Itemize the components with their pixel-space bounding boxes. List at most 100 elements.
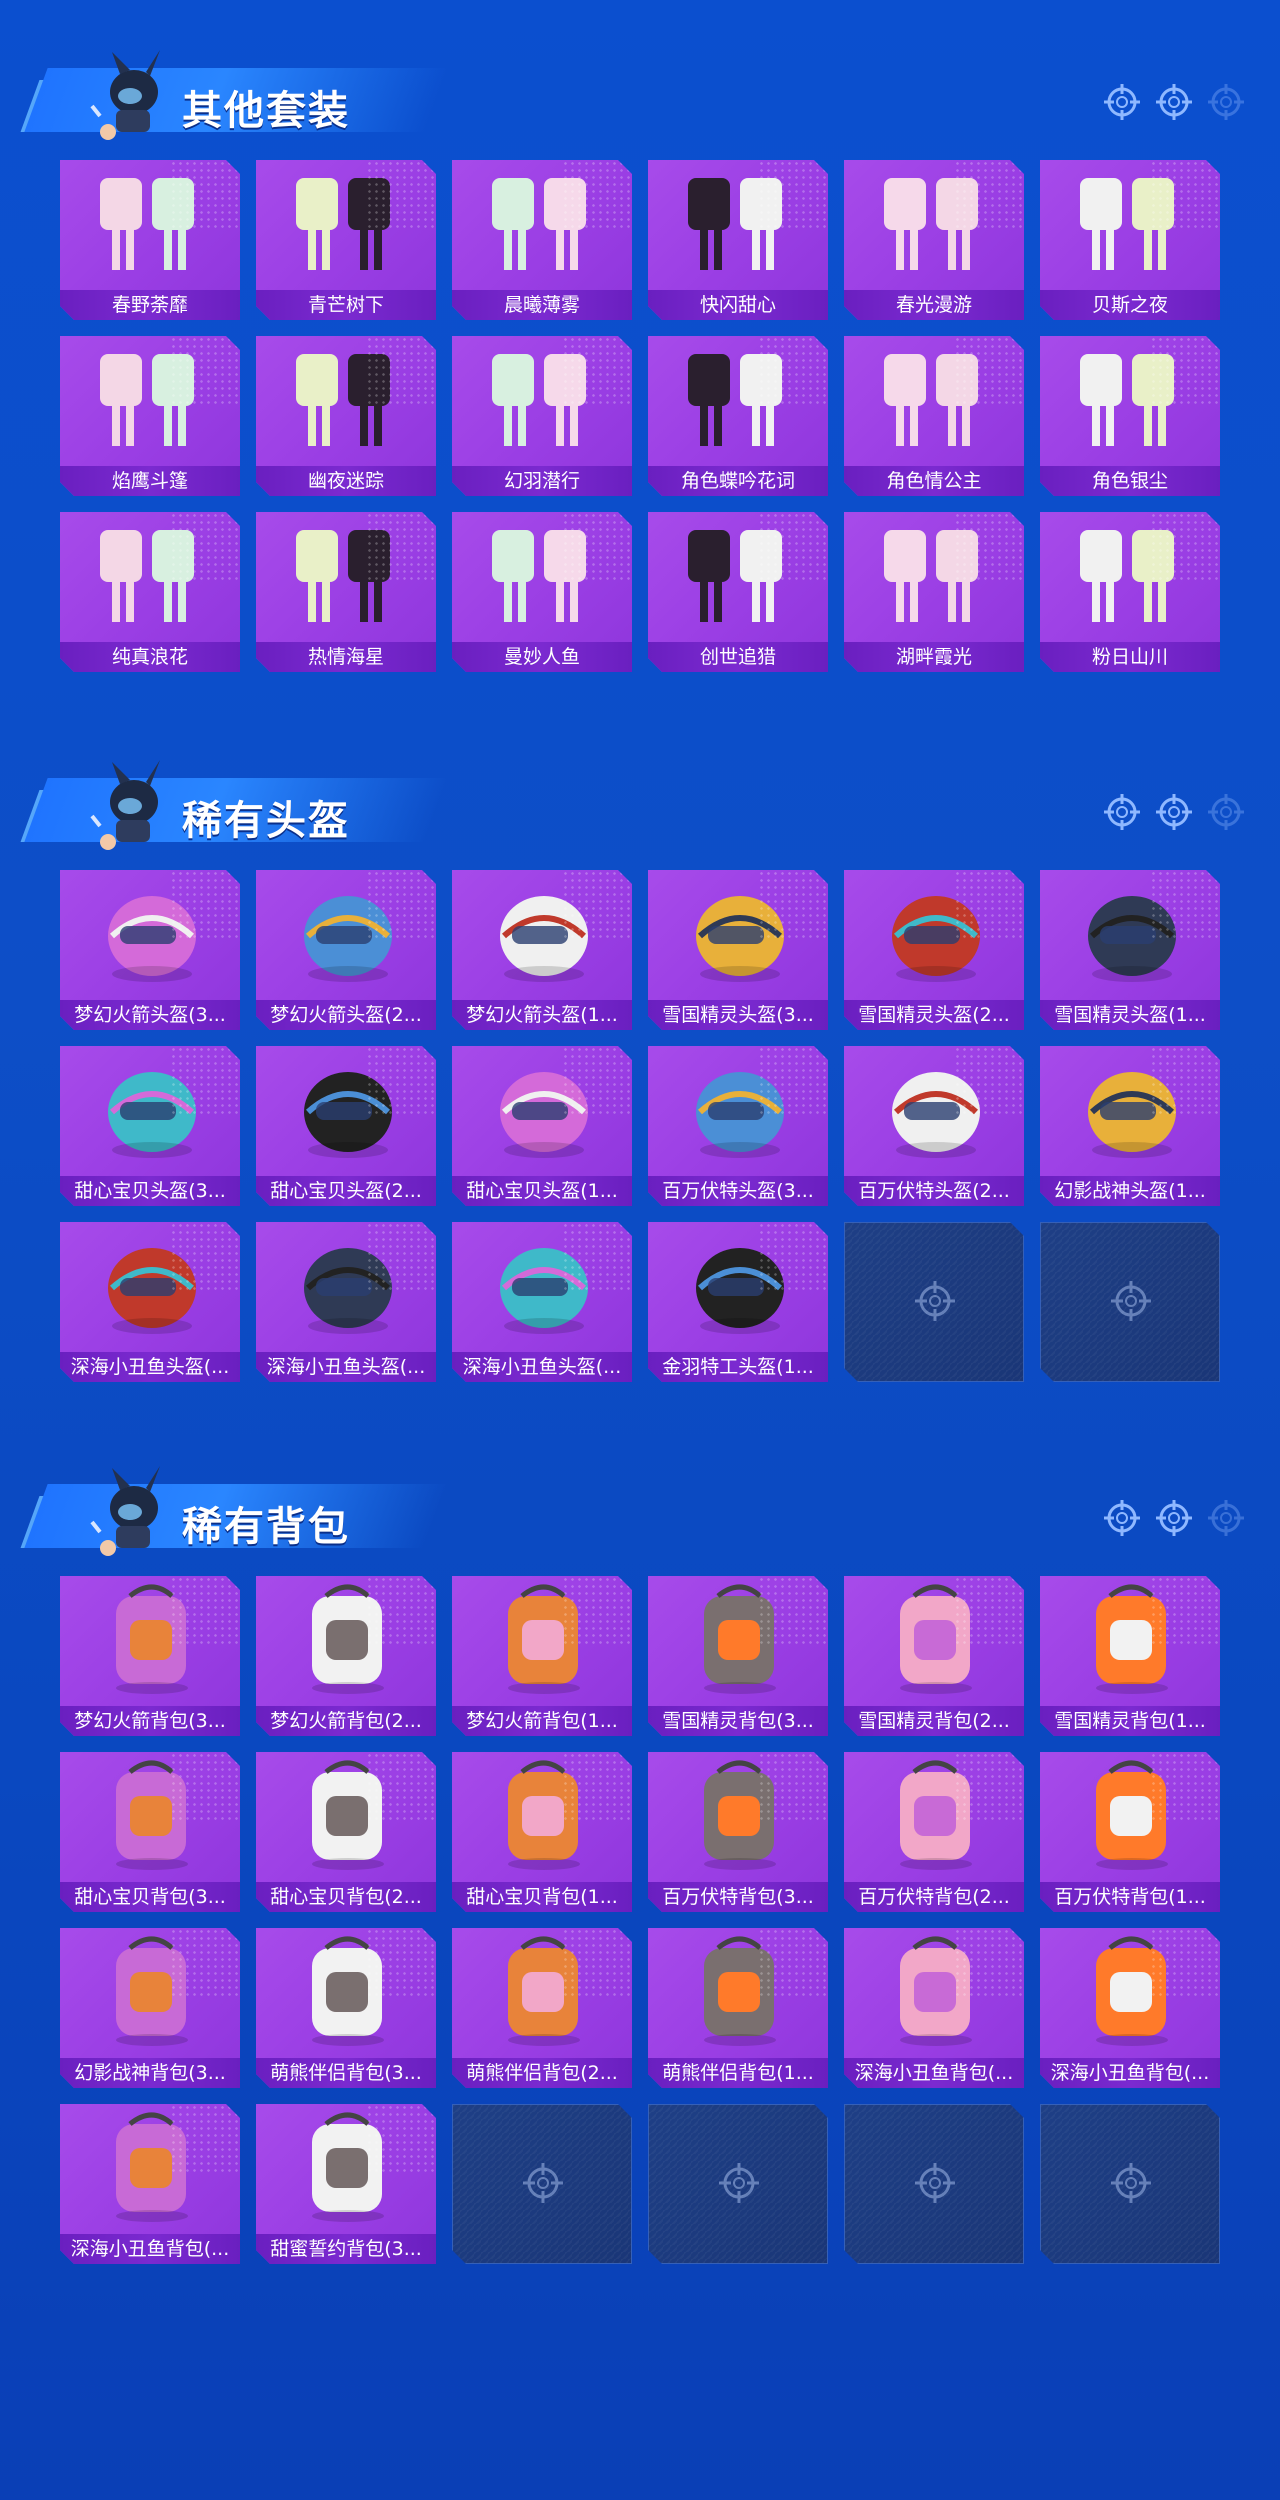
item-card[interactable]: 雪国精灵背包(3... [648, 1576, 828, 1736]
helmet-image [844, 870, 1024, 998]
crosshair-icon [913, 1279, 957, 1323]
item-card[interactable]: 幻影战神背包(3... [60, 1928, 240, 2088]
backpack-image [844, 1576, 1024, 1704]
backpack-image [648, 1928, 828, 2056]
item-card[interactable]: 百万伏特背包(1... [1040, 1752, 1220, 1912]
item-card[interactable]: 湖畔霞光 [844, 512, 1024, 672]
item-label: 雪国精灵头盔(1... [1040, 1000, 1220, 1030]
item-card[interactable]: 金羽特工头盔(1... [648, 1222, 828, 1382]
backpack-image [256, 1576, 436, 1704]
item-card[interactable]: 幽夜迷踪 [256, 336, 436, 496]
item-card[interactable]: 萌熊伴侣背包(1... [648, 1928, 828, 2088]
item-card[interactable]: 梦幻火箭背包(3... [60, 1576, 240, 1736]
item-card[interactable]: 甜心宝贝背包(3... [60, 1752, 240, 1912]
item-label: 梦幻火箭背包(2... [256, 1706, 436, 1736]
item-card[interactable]: 雪国精灵背包(2... [844, 1576, 1024, 1736]
item-card[interactable]: 深海小丑鱼背包(... [844, 1928, 1024, 2088]
item-card[interactable]: 甜心宝贝背包(2... [256, 1752, 436, 1912]
item-card[interactable]: 幻羽潜行 [452, 336, 632, 496]
backpack-image [844, 1752, 1024, 1880]
item-label: 贝斯之夜 [1040, 290, 1220, 320]
empty-slot [648, 2104, 828, 2264]
item-card[interactable]: 纯真浪花 [60, 512, 240, 672]
item-label: 晨曦薄雾 [452, 290, 632, 320]
item-card[interactable]: 角色情公主 [844, 336, 1024, 496]
item-label: 甜心宝贝头盔(3... [60, 1176, 240, 1206]
item-label: 深海小丑鱼头盔(... [60, 1352, 240, 1382]
item-card[interactable]: 百万伏特背包(3... [648, 1752, 828, 1912]
item-card[interactable]: 百万伏特头盔(3... [648, 1046, 828, 1206]
item-card[interactable]: 梦幻火箭头盔(1... [452, 870, 632, 1030]
section-header: 稀有头盔 [0, 750, 1280, 870]
item-card[interactable]: 深海小丑鱼背包(... [1040, 1928, 1220, 2088]
item-card[interactable]: 创世追猎 [648, 512, 828, 672]
helmet-image [844, 1046, 1024, 1174]
crosshair-icon [1156, 1500, 1192, 1536]
helmet-image [452, 870, 632, 998]
item-card[interactable]: 雪国精灵头盔(1... [1040, 870, 1220, 1030]
item-card[interactable]: 深海小丑鱼头盔(... [60, 1222, 240, 1382]
item-card[interactable]: 快闪甜心 [648, 160, 828, 320]
item-card[interactable]: 梦幻火箭背包(2... [256, 1576, 436, 1736]
item-label: 百万伏特背包(3... [648, 1882, 828, 1912]
item-label: 百万伏特头盔(3... [648, 1176, 828, 1206]
item-label: 百万伏特头盔(2... [844, 1176, 1024, 1206]
item-card[interactable]: 甜心宝贝头盔(2... [256, 1046, 436, 1206]
item-card[interactable]: 百万伏特背包(2... [844, 1752, 1024, 1912]
item-card[interactable]: 热情海星 [256, 512, 436, 672]
item-card[interactable]: 晨曦薄雾 [452, 160, 632, 320]
backpack-image [60, 1576, 240, 1704]
item-card[interactable]: 角色蝶吟花词 [648, 336, 828, 496]
outfit-image [844, 336, 1024, 464]
item-card[interactable]: 深海小丑鱼背包(... [60, 2104, 240, 2264]
item-card[interactable]: 梦幻火箭头盔(2... [256, 870, 436, 1030]
item-card[interactable]: 雪国精灵头盔(2... [844, 870, 1024, 1030]
outfit-image [648, 336, 828, 464]
item-card[interactable]: 甜心宝贝背包(1... [452, 1752, 632, 1912]
backpack-image [1040, 1576, 1220, 1704]
item-card[interactable]: 甜蜜誓约背包(3... [256, 2104, 436, 2264]
item-card[interactable]: 梦幻火箭头盔(3... [60, 870, 240, 1030]
backpack-image [1040, 1928, 1220, 2056]
item-card[interactable]: 焰鹰斗篷 [60, 336, 240, 496]
item-card[interactable]: 粉日山川 [1040, 512, 1220, 672]
item-card[interactable]: 曼妙人鱼 [452, 512, 632, 672]
item-card[interactable]: 深海小丑鱼头盔(... [256, 1222, 436, 1382]
item-card[interactable]: 贝斯之夜 [1040, 160, 1220, 320]
item-card[interactable]: 春野荼靡 [60, 160, 240, 320]
item-label: 纯真浪花 [60, 642, 240, 672]
item-card[interactable]: 萌熊伴侣背包(2... [452, 1928, 632, 2088]
item-card[interactable]: 角色银尘 [1040, 336, 1220, 496]
item-card[interactable]: 雪国精灵背包(1... [1040, 1576, 1220, 1736]
crosshair-icon [1156, 794, 1192, 830]
outfit-image [648, 512, 828, 640]
item-card[interactable]: 萌熊伴侣背包(3... [256, 1928, 436, 2088]
item-card[interactable]: 春光漫游 [844, 160, 1024, 320]
item-card[interactable]: 百万伏特头盔(2... [844, 1046, 1024, 1206]
section-header: 稀有背包 [0, 1456, 1280, 1576]
outfit-image [452, 160, 632, 288]
item-label: 粉日山川 [1040, 642, 1220, 672]
item-label: 焰鹰斗篷 [60, 466, 240, 496]
item-label: 热情海星 [256, 642, 436, 672]
header-decor [1102, 1498, 1246, 1538]
item-card[interactable]: 甜心宝贝头盔(1... [452, 1046, 632, 1206]
crosshair-icon [1156, 84, 1192, 120]
item-label: 雪国精灵背包(3... [648, 1706, 828, 1736]
item-card[interactable]: 幻影战神头盔(1... [1040, 1046, 1220, 1206]
empty-slot [1040, 2104, 1220, 2264]
outfit-image [1040, 160, 1220, 288]
item-card[interactable]: 梦幻火箭背包(1... [452, 1576, 632, 1736]
section-header: 其他套装 [0, 40, 1280, 160]
item-card[interactable]: 甜心宝贝头盔(3... [60, 1046, 240, 1206]
item-card[interactable]: 雪国精灵头盔(3... [648, 870, 828, 1030]
backpack-image [256, 1752, 436, 1880]
section-rare-backpacks: 稀有背包 梦幻火箭背包(3... 梦幻火箭背包(2... 梦幻火箭背包(1...… [0, 1456, 1280, 1576]
item-card[interactable]: 青芒树下 [256, 160, 436, 320]
backpack-image [452, 1928, 632, 2056]
item-label: 快闪甜心 [648, 290, 828, 320]
helmet-image [60, 1046, 240, 1174]
item-label: 梦幻火箭头盔(2... [256, 1000, 436, 1030]
item-card[interactable]: 深海小丑鱼头盔(... [452, 1222, 632, 1382]
outfit-image [452, 512, 632, 640]
